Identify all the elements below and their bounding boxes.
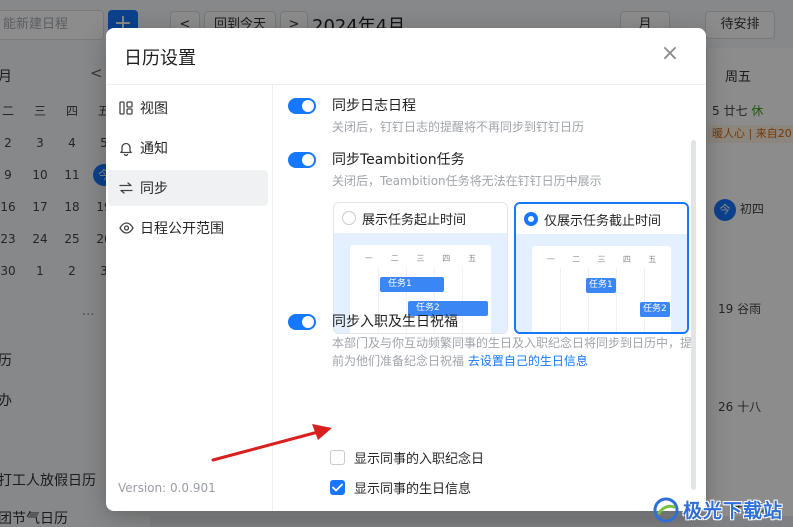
nav-item-visibility[interactable]: 日程公开范围 xyxy=(108,210,268,246)
checkbox-label: 显示同事的入职纪念日 xyxy=(354,452,485,467)
desc-line: 本部门及与你互动频繁同事的生日及入职纪念日将同步到日历中，提 xyxy=(332,336,693,350)
preview-weekday: 五 xyxy=(468,254,477,263)
setting-sync-anniversary: 同步入职及生日祝福 本部门及与你互动频繁同事的生日及入职纪念日将同步到日历中，提… xyxy=(288,312,692,370)
setting-title: 同步入职及生日祝福 xyxy=(332,314,458,330)
preview-weekday: 二 xyxy=(390,254,399,263)
nav-item-notify[interactable]: 通知 xyxy=(108,130,268,166)
sync-settings-panel: 同步日志日程 关闭后，钉钉日志的提醒将不再同步到钉钉日历 同步Teambitio… xyxy=(288,96,692,497)
preview-weekdays: 一 二 三 四 五 xyxy=(356,253,485,265)
checkbox-anniversary-row[interactable]: 显示同事的入职纪念日 xyxy=(330,448,484,467)
nav-item-label: 视图 xyxy=(140,101,168,117)
setting-title: 同步Teambition任务 xyxy=(332,152,465,168)
nav-item-sync[interactable]: 同步 xyxy=(108,170,268,206)
preview-weekday: 二 xyxy=(572,255,581,264)
sync-teambition-toggle[interactable] xyxy=(288,152,316,168)
setting-desc: 关闭后，Teambition任务将无法在钉钉日历中展示 xyxy=(332,174,602,188)
divider xyxy=(272,84,273,511)
option-label: 仅展示任务截止时间 xyxy=(544,213,662,229)
preview-weekday: 三 xyxy=(416,254,425,263)
setting-sync-log: 同步日志日程 关闭后，钉钉日志的提醒将不再同步到钉钉日历 xyxy=(288,96,690,136)
radio-deadline[interactable] xyxy=(524,212,538,226)
view-icon xyxy=(118,100,134,116)
watermark-text: 极光下载站 xyxy=(682,500,783,522)
preview-weekday: 五 xyxy=(648,255,657,264)
birthday-checkbox[interactable] xyxy=(330,480,345,495)
preview-task-1: 任务1 xyxy=(586,278,616,293)
desc-line: 前为他们准备纪念日祝福 xyxy=(332,354,465,368)
preview-weekday: 四 xyxy=(622,255,631,264)
sync-anniversary-toggle[interactable] xyxy=(288,314,316,330)
preview-weekday: 一 xyxy=(364,254,373,263)
preview-weekdays: 一 二 三 四 五 xyxy=(538,254,665,266)
nav-item-label: 通知 xyxy=(140,141,168,157)
sync-log-toggle[interactable] xyxy=(288,98,316,114)
setting-sync-teambition: 同步Teambition任务 关闭后，Teambition任务将无法在钉钉日历中… xyxy=(288,150,690,190)
settings-nav: 视图 通知 同步 日程公开范围 xyxy=(108,90,268,250)
anniversary-checkbox[interactable] xyxy=(330,450,345,465)
setting-desc: 关闭后，钉钉日志的提醒将不再同步到钉钉日历 xyxy=(332,120,585,134)
option-label: 展示任务起止时间 xyxy=(362,212,467,228)
watermark: 极光下载站 xyxy=(653,496,783,523)
sync-icon xyxy=(118,180,134,196)
radio-start-end[interactable] xyxy=(342,211,356,225)
nav-item-label: 同步 xyxy=(140,181,168,197)
calendar-settings-dialog: 日历设置 × 视图 通知 同步 日程公开范围 Version: 0.0.901 … xyxy=(106,28,706,511)
preview-weekday: 四 xyxy=(442,254,451,263)
setting-title: 同步日志日程 xyxy=(332,98,416,114)
checkbox-birthday-row[interactable]: 显示同事的生日信息 xyxy=(330,478,471,497)
setting-desc: 本部门及与你互动频繁同事的生日及入职纪念日将同步到日历中，提 前为他们准备纪念日… xyxy=(332,334,697,370)
close-icon[interactable]: × xyxy=(660,42,680,66)
eye-icon xyxy=(118,220,134,236)
version-label: Version: 0.0.901 xyxy=(118,481,216,495)
dialog-title: 日历设置 xyxy=(124,48,196,69)
preview-weekday: 三 xyxy=(597,255,606,264)
aurora-logo-icon xyxy=(653,497,679,522)
nav-item-view[interactable]: 视图 xyxy=(108,90,268,126)
preview-weekday: 一 xyxy=(546,255,555,264)
check-icon xyxy=(332,483,343,492)
nav-item-label: 日程公开范围 xyxy=(140,221,224,237)
set-birthday-link[interactable]: 去设置自己的生日信息 xyxy=(468,354,588,368)
bell-icon xyxy=(118,140,134,156)
content-scrollbar[interactable] xyxy=(691,140,696,490)
divider xyxy=(106,84,706,85)
checkbox-label: 显示同事的生日信息 xyxy=(354,482,472,497)
preview-task-1: 任务1 xyxy=(380,277,444,292)
